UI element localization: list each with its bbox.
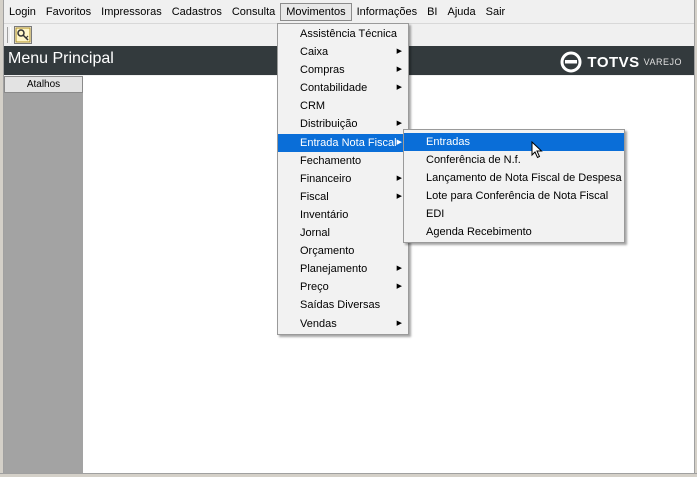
arrow-right-icon: ▶ xyxy=(396,66,402,74)
menu-favoritos[interactable]: Favoritos xyxy=(41,3,96,21)
movimentos-menu: Assistência Técnica Caixa ▶ Compras ▶ Cont… xyxy=(277,23,409,335)
menu-item-jornal[interactable]: Jornal xyxy=(278,224,408,242)
menu-item-saidas-diversas[interactable]: Saídas Diversas xyxy=(278,296,408,314)
sidebar: Atalhos xyxy=(4,76,83,473)
arrow-right-icon: ▶ xyxy=(396,138,402,146)
key-icon[interactable] xyxy=(14,26,32,44)
submenu-item-entradas[interactable]: Entradas xyxy=(404,133,624,152)
menubar: Login Favoritos Impressoras Cadastros Co… xyxy=(4,2,694,22)
menu-item-fechamento[interactable]: Fechamento xyxy=(278,152,408,170)
totvs-logo-icon xyxy=(560,51,582,73)
submenu-item-conferencia-nf[interactable]: Conferência de N.f. xyxy=(404,151,624,169)
arrow-right-icon: ▶ xyxy=(396,283,402,291)
menu-item-label: Assistência Técnica xyxy=(300,28,398,40)
logo-sub: VAREJO xyxy=(643,57,682,67)
submenu-item-label: Conferência de N.f. xyxy=(426,154,521,167)
menu-sair[interactable]: Sair xyxy=(481,3,511,21)
menu-item-label: Contabilidade xyxy=(300,82,368,95)
menu-bi[interactable]: BI xyxy=(422,3,442,21)
menu-consulta[interactable]: Consulta xyxy=(227,3,280,21)
submenu-item-label: Agenda Recebimento xyxy=(426,226,532,239)
menu-item-entrada-nota-fiscal[interactable]: Entrada Nota Fiscal ▶ xyxy=(278,133,408,152)
menu-item-label: Saídas Diversas xyxy=(300,299,381,312)
menu-item-label: CRM xyxy=(300,100,326,113)
menu-item-preco[interactable]: Preço ▶ xyxy=(278,278,408,296)
arrow-right-icon: ▶ xyxy=(396,48,402,56)
submenu-item-edi[interactable]: EDI xyxy=(404,205,624,223)
submenu-item-lancamento-nf-despesa[interactable]: Lançamento de Nota Fiscal de Despesa xyxy=(404,169,624,187)
totvs-logo: TOTVS VAREJO xyxy=(560,51,682,73)
logo-brand: TOTVS xyxy=(587,53,640,71)
menu-item-distribuicao[interactable]: Distribuição ▶ xyxy=(278,115,408,133)
arrow-right-icon: ▶ xyxy=(396,174,402,182)
submenu-item-lote-conferencia[interactable]: Lote para Conferência de Nota Fiscal xyxy=(404,187,624,205)
atalhos-button[interactable]: Atalhos xyxy=(4,76,83,93)
submenu-item-label: Entradas xyxy=(426,136,471,148)
menu-item-orcamento[interactable]: Orçamento xyxy=(278,242,408,260)
menu-cadastros[interactable]: Cadastros xyxy=(167,3,227,21)
submenu-item-label: EDI xyxy=(426,208,445,221)
submenu-item-agenda-recebimento[interactable]: Agenda Recebimento xyxy=(404,223,624,241)
key-icon-graphic xyxy=(15,27,31,43)
menu-item-label: Preço xyxy=(300,281,329,294)
menu-ajuda[interactable]: Ajuda xyxy=(443,3,481,21)
toolbar-grip xyxy=(7,27,11,43)
menu-item-inventario[interactable]: Inventário xyxy=(278,206,408,224)
submenu-item-label: Lançamento de Nota Fiscal de Despesa xyxy=(426,172,622,185)
page-title: Menu Principal xyxy=(8,50,114,67)
menu-item-label: Jornal xyxy=(300,227,330,240)
arrow-right-icon: ▶ xyxy=(396,84,402,92)
menu-item-contabilidade[interactable]: Contabilidade ▶ xyxy=(278,79,408,97)
menu-movimentos[interactable]: Movimentos xyxy=(280,3,352,21)
menu-item-label: Fechamento xyxy=(300,154,362,167)
menu-item-financeiro[interactable]: Financeiro ▶ xyxy=(278,170,408,188)
submenu-item-label: Lote para Conferência de Nota Fiscal xyxy=(426,190,609,203)
menu-item-crm[interactable]: CRM xyxy=(278,97,408,115)
menu-item-label: Orçamento xyxy=(300,245,355,258)
menu-item-assistencia-tecnica[interactable]: Assistência Técnica xyxy=(278,25,408,43)
menu-item-label: Planejamento xyxy=(300,263,368,276)
mouse-pointer-icon xyxy=(531,141,543,159)
menu-item-fiscal[interactable]: Fiscal ▶ xyxy=(278,188,408,206)
arrow-right-icon: ▶ xyxy=(396,319,402,327)
arrow-right-icon: ▶ xyxy=(396,192,402,200)
menu-item-label: Inventário xyxy=(300,208,349,221)
window-border-bottom xyxy=(0,473,697,477)
menu-item-label: Financeiro xyxy=(300,172,352,185)
menu-item-label: Caixa xyxy=(300,46,329,59)
menu-item-caixa[interactable]: Caixa ▶ xyxy=(278,43,408,61)
menu-item-compras[interactable]: Compras ▶ xyxy=(278,61,408,79)
menu-informacoes[interactable]: Informações xyxy=(352,3,423,21)
entrada-nota-fiscal-submenu: Entradas Conferência de N.f. Lançamento … xyxy=(403,129,625,243)
menu-item-label: Distribuição xyxy=(300,118,358,131)
menu-item-label: Fiscal xyxy=(300,190,329,203)
menu-item-label: Compras xyxy=(300,64,345,77)
arrow-right-icon: ▶ xyxy=(396,120,402,128)
menu-item-label: Vendas xyxy=(300,317,337,330)
menu-item-planejamento[interactable]: Planejamento ▶ xyxy=(278,260,408,278)
menu-impressoras[interactable]: Impressoras xyxy=(96,3,167,21)
arrow-right-icon: ▶ xyxy=(396,265,402,273)
menu-item-vendas[interactable]: Vendas ▶ xyxy=(278,315,408,333)
menu-item-label: Entrada Nota Fiscal xyxy=(300,136,397,149)
menu-login[interactable]: Login xyxy=(4,3,41,21)
